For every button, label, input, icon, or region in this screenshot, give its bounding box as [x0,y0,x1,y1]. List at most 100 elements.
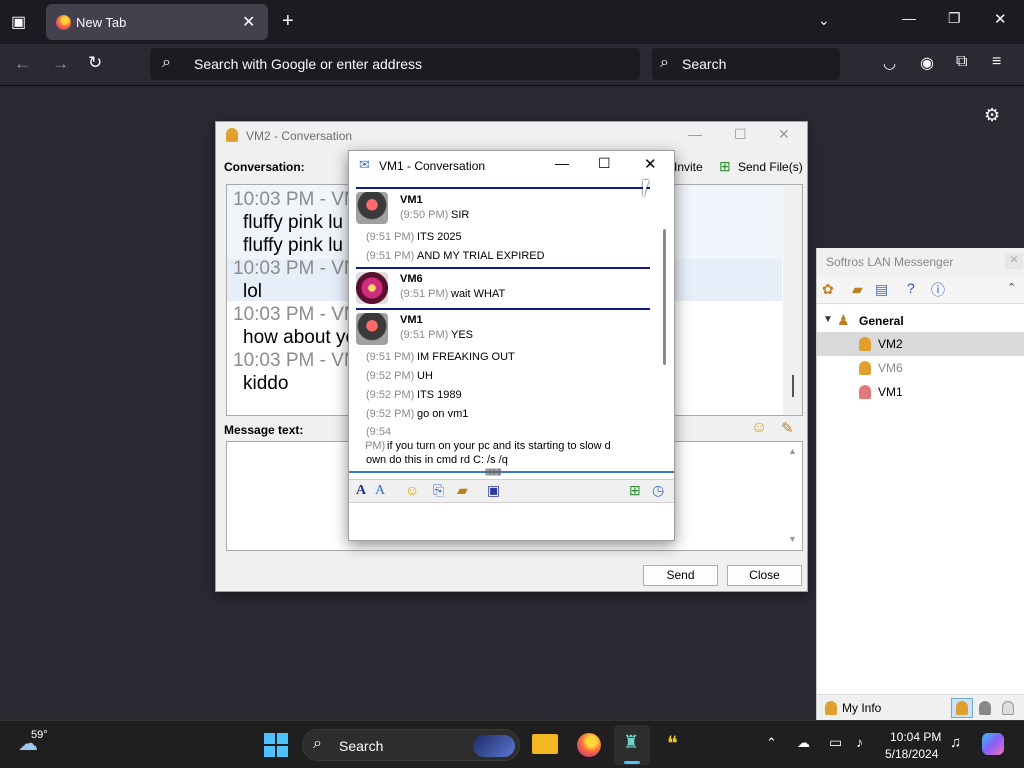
user-row-vm1[interactable]: VM1 [817,380,1024,404]
notification-bell-icon[interactable]: ♫ [950,734,961,751]
chevron-up-icon[interactable]: ⌃ [766,735,777,751]
file-explorer-icon[interactable] [532,734,558,754]
user-name: VM2 [878,337,903,351]
close-icon[interactable]: ✕ [644,155,657,173]
vm1-message-history[interactable]: VM1 (9:50 PM) SIR (9:51 PM) ITS 2025 (9:… [349,181,674,471]
gear-icon[interactable]: ⚙ [984,105,1000,126]
minimize-icon[interactable]: — [902,10,916,26]
conversation-label: Conversation: [224,160,305,174]
onedrive-icon[interactable]: ☁ [797,735,810,751]
help-icon[interactable]: ? [907,280,915,296]
group-general[interactable]: General [859,314,904,328]
forward-icon[interactable]: → [52,54,69,74]
user-name: VM1 [878,385,903,399]
message-text: go on vm1 [417,408,469,420]
softros-title-bar: Softros LAN Messenger ✕ [817,248,1024,276]
splitter[interactable] [349,471,674,473]
message-text: fluffy pink lu [243,235,343,256]
vm1-message-input[interactable] [349,503,674,540]
message-timestamp: 10:03 PM - VM [233,258,360,279]
firefox-taskbar-icon[interactable] [577,733,601,757]
status-away-icon[interactable] [979,701,991,715]
send-button[interactable]: Send [643,565,718,586]
taskbar: ☁ 59° ⌕ Search ♜ ❝ ⌃ ☁ ▭ ♪ 10:04 PM 5/18… [0,720,1024,768]
message-timestamp: 10:03 PM - VM [233,189,360,210]
vm1-window-title: VM1 - Conversation [379,159,486,173]
close-icon[interactable]: ✕ [778,126,790,143]
vm1-avatar [356,192,388,224]
user-row-vm2[interactable]: VM2 [817,332,1024,356]
attach-icon[interactable]: ⎘ [433,482,444,499]
smiley-icon[interactable]: ☺ [751,419,767,437]
font-color-icon[interactable]: A [375,483,385,499]
copilot-icon[interactable] [982,733,1004,755]
info-icon[interactable]: ⓘ [931,280,945,300]
tab-new-tab[interactable]: New Tab ✕ [46,4,268,40]
back-icon[interactable]: ← [14,54,31,74]
save-icon[interactable]: ▣ [487,482,500,499]
scrollbar-thumb[interactable] [663,229,666,365]
taskbar-search[interactable]: ⌕ Search [302,729,520,761]
folder-icon[interactable]: ▰ [457,482,468,499]
tab-close-icon[interactable]: ✕ [242,12,255,32]
tab-manager-icon[interactable]: ▣ [11,12,26,32]
folder-icon[interactable]: ▰ [852,281,863,298]
message-text: SIR [451,209,470,221]
clock-date[interactable]: 5/18/2024 [885,747,938,761]
sender-name: VM1 [400,314,423,326]
message-text-label: Message text: [224,423,304,437]
close-icon[interactable]: ✕ [1005,253,1023,269]
account-icon[interactable]: ◉ [920,53,934,73]
my-info-button[interactable]: My Info [842,701,881,715]
extensions-icon[interactable]: ⧉ [956,53,967,71]
font-icon[interactable]: A [356,483,366,499]
restore-icon[interactable]: ❐ [948,10,961,27]
list-icon[interactable]: ▤ [875,281,888,298]
volume-icon[interactable]: ♪ [856,734,863,750]
close-button[interactable]: Close [727,565,802,586]
scroll-down-icon[interactable]: ▼ [788,534,797,544]
chevron-down-icon[interactable]: ▼ [823,314,833,325]
search-icon: ⌕ [313,735,322,752]
splitter-grip[interactable]: ||||||||||||||||||| [485,469,502,476]
message-text: AND MY TRIAL EXPIRED [417,250,545,262]
network-icon[interactable]: ▭ [829,734,842,751]
menu-icon[interactable]: ≡ [992,53,1001,71]
pocket-icon[interactable]: ◡ [883,54,896,72]
close-window-icon[interactable]: ✕ [994,10,1007,28]
history-icon[interactable]: ◷ [652,482,664,499]
message-text: YES [451,329,474,341]
send-files-button[interactable]: Send File(s) [738,160,803,174]
smiley-icon[interactable]: ☺ [405,482,419,498]
list-tabs-icon[interactable]: ⌄ [818,12,830,29]
search-input[interactable]: Search [682,56,726,72]
status-offline-icon[interactable] [1002,701,1014,715]
format-icon[interactable]: ✎ [781,419,794,437]
softros-taskbar-button[interactable]: ♜ [614,725,650,765]
reload-icon[interactable]: ↻ [88,53,102,73]
new-tab-icon[interactable]: + [282,10,294,33]
minimize-icon[interactable]: — [555,155,569,171]
scrollbar[interactable] [783,185,802,415]
user-icon [859,361,871,375]
invite-button[interactable]: Invite [674,160,703,174]
start-button[interactable] [264,733,288,757]
maximize-icon[interactable]: ☐ [734,126,747,143]
browser-tab-bar: ▣ New Tab ✕ + ⌄ — ❐ ✕ [0,0,1024,44]
browser-nav-bar: ← → ↻ ⌕ Search with Google or enter addr… [0,44,1024,86]
chat-icon[interactable]: ❝ [667,731,678,756]
maximize-icon[interactable]: ☐ [598,155,611,172]
send-file-icon[interactable]: ⊞ [629,482,641,499]
softros-icon: ♜ [623,732,640,752]
user-row-vm6[interactable]: VM6 [817,356,1024,380]
url-bar[interactable]: ⌕ Search with Google or enter address [150,48,640,80]
status-available-button[interactable] [951,698,973,718]
url-input[interactable]: Search with Google or enter address [194,56,422,72]
chevron-up-icon[interactable]: ⌃ [1007,281,1016,294]
settings-icon[interactable]: ✿ [822,281,834,298]
message-text: kiddo [243,373,289,394]
minimize-icon[interactable]: — [688,126,702,142]
clock-time[interactable]: 10:04 PM [890,730,941,744]
search-bar[interactable]: ⌕ Search [652,48,840,80]
scroll-up-icon[interactable]: ▲ [788,446,797,456]
